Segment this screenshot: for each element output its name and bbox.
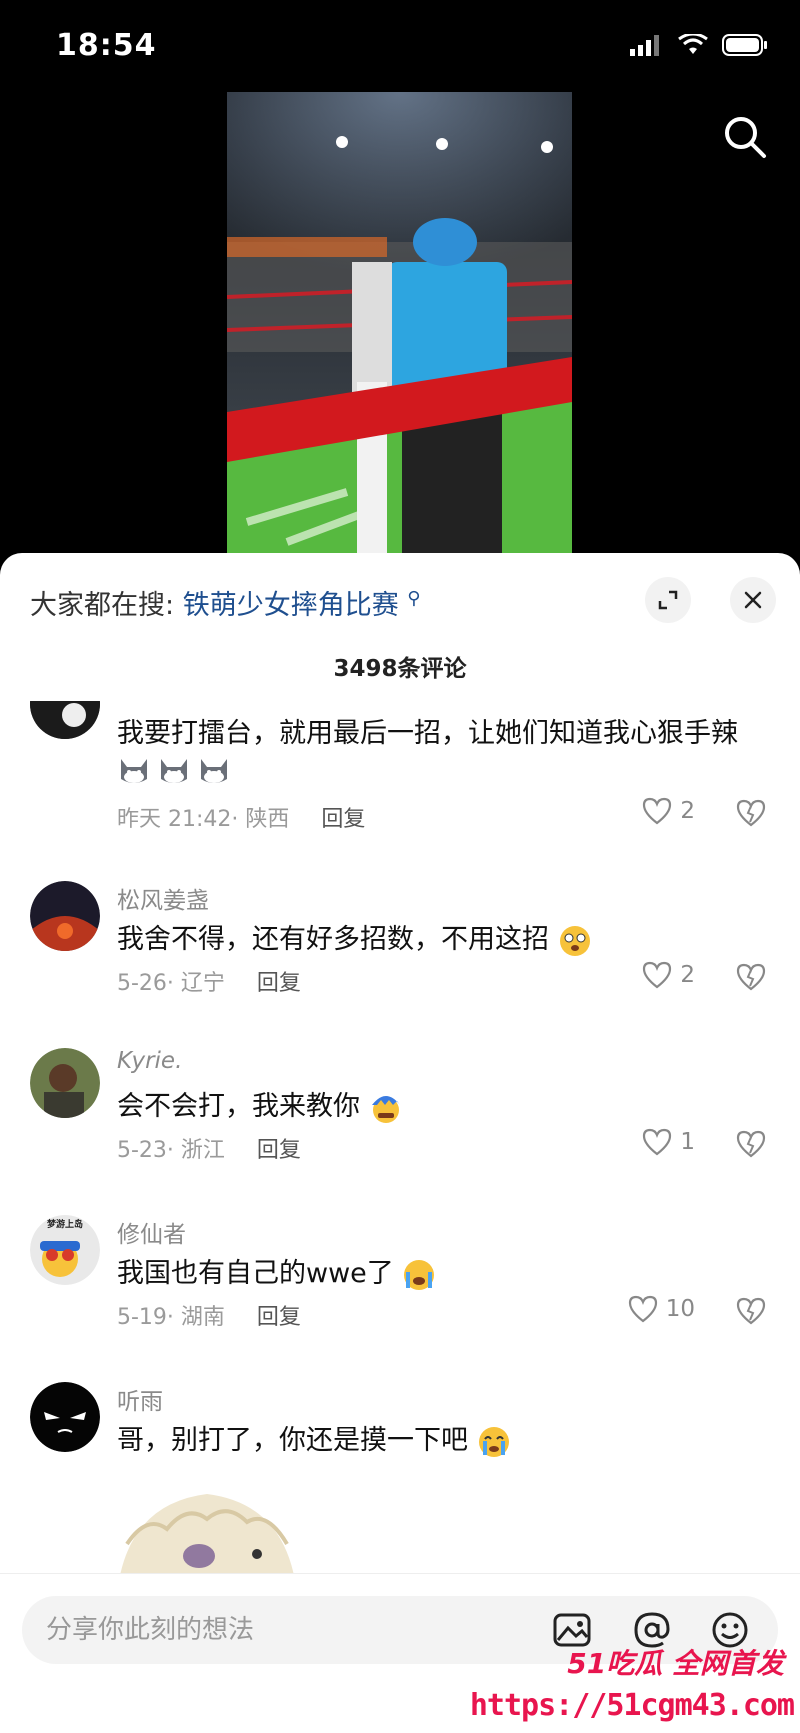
dislike-icon[interactable] (736, 1297, 766, 1325)
status-time: 18:54 (56, 28, 157, 63)
expand-button[interactable] (645, 577, 691, 623)
avatar-image (30, 1048, 100, 1118)
like-button[interactable]: 10 (628, 1295, 695, 1323)
avatar-image (30, 881, 100, 951)
time-location: 5-23· 浙江 (117, 1138, 225, 1163)
search-small-icon: ⚲ (407, 588, 421, 609)
expand-icon (658, 590, 678, 610)
reply-button[interactable]: 回复 (257, 1305, 301, 1330)
comment-text-body: 我舍不得，还有好多招数，不用这招 (117, 924, 549, 955)
cat-face-icon (161, 759, 187, 783)
cat-emoji-group (117, 753, 231, 787)
like-button[interactable]: 2 (642, 961, 695, 989)
like-count: 2 (680, 798, 695, 824)
dislike-icon[interactable] (736, 799, 766, 827)
comment-list[interactable]: 我要打擂台，就用最后一招，让她们知道我心狠手辣 昨天 21:42· 陕西 回复 2… (0, 701, 800, 1573)
like-count: 1 (680, 1129, 695, 1155)
wifi-icon (678, 34, 708, 54)
avatar[interactable]: 梦游上岛 (30, 1215, 100, 1285)
status-icons (630, 34, 768, 56)
like-count: 2 (680, 962, 695, 988)
watermark: 51吃瓜 全网首发 https://51cgm43.com (470, 1640, 795, 1733)
like-button[interactable]: 2 (642, 797, 695, 825)
close-icon (744, 591, 762, 609)
comment-text: 我国也有自己的wwe了 (117, 1251, 436, 1292)
close-button[interactable] (730, 577, 776, 623)
cellular-signal-icon (630, 35, 659, 56)
video-player[interactable] (0, 92, 800, 562)
comment-text-body: 哥，别打了，你还是摸一下吧 (117, 1425, 468, 1456)
comment-meta: 昨天 21:42· 陕西 回复 (117, 801, 365, 833)
watermark-url: https://51cgm43.com (469, 1688, 795, 1723)
cat-face-icon (121, 759, 147, 783)
battery-icon (722, 34, 767, 56)
comment-item: 松风姜盏 我舍不得，还有好多招数，不用这招 5-26· 辽宁 回复 2 (0, 881, 800, 1031)
angry-blue-hair-face-icon (371, 1095, 400, 1123)
avatar-image (30, 1382, 100, 1452)
comments-sheet: 大家都在搜: 铁萌少女摔角比赛 ⚲ 3498条评论 我要打擂台，就用最后一招，让… (0, 553, 800, 1733)
heart-icon (643, 1128, 672, 1156)
comment-text: 我舍不得，还有好多招数，不用这招 (117, 917, 592, 958)
reply-button[interactable]: 回复 (257, 971, 301, 996)
avatar[interactable] (30, 1048, 100, 1118)
crying-face-icon (404, 1259, 435, 1290)
comment-item: Kyrie. 会不会打，我来教你 5-23· 浙江 回复 1 (0, 1048, 800, 1198)
time-location: 5-26· 辽宁 (117, 971, 225, 996)
dumpling-sticker (120, 1494, 294, 1573)
comment-text: 我要打擂台，就用最后一招，让她们知道我心狠手辣 (117, 718, 738, 749)
watermark-brand: 51吃瓜 全网首发 (567, 1647, 784, 1680)
sob-face-icon (478, 1426, 509, 1457)
comment-meta: 5-19· 湖南 回复 (117, 1299, 301, 1331)
comment-meta: 5-26· 辽宁 回复 (117, 965, 301, 997)
comment-item: 梦游上岛 修仙者 我国也有自己的wwe了 5-19· 湖南 回复 10 (0, 1215, 800, 1365)
avatar-image (30, 701, 100, 739)
hot-search-term[interactable]: 铁萌少女摔角比赛 (183, 590, 399, 621)
dislike-icon[interactable] (736, 963, 766, 991)
comment-text-body: 我国也有自己的wwe了 (117, 1258, 394, 1289)
comment-input[interactable] (46, 1608, 516, 1652)
cat-face-icon (201, 759, 227, 783)
avatar[interactable] (30, 881, 100, 951)
dislike-icon[interactable] (736, 1130, 766, 1158)
video-frame[interactable] (227, 92, 572, 562)
video-thumbnail (227, 92, 572, 562)
reply-button[interactable]: 回复 (321, 807, 365, 832)
comment-text-body: 会不会打，我来教你 (117, 1091, 360, 1122)
comment-username[interactable]: 松风姜盏 (117, 881, 209, 915)
time-location: 5-19· 湖南 (117, 1305, 225, 1330)
heart-icon (628, 1295, 657, 1323)
status-bar: 18:54 (0, 0, 800, 92)
like-button[interactable]: 1 (642, 1128, 695, 1156)
avatar-caption: 梦游上岛 (46, 1220, 83, 1230)
comment-username[interactable]: 修仙者 (117, 1215, 186, 1249)
comment-text: 会不会打，我来教你 (117, 1084, 403, 1125)
hot-search-prefix: 大家都在搜: (30, 590, 175, 621)
comment-username[interactable]: Kyrie. (117, 1048, 182, 1074)
avatar[interactable] (30, 1382, 100, 1452)
heart-icon (643, 961, 672, 989)
comment-item: 我要打擂台，就用最后一招，让她们知道我心狠手辣 昨天 21:42· 陕西 回复 2 (0, 701, 800, 901)
search-icon[interactable] (720, 112, 770, 162)
reply-button[interactable]: 回复 (257, 1138, 301, 1163)
comment-username[interactable]: 听雨 (117, 1382, 163, 1416)
hot-search[interactable]: 大家都在搜: 铁萌少女摔角比赛 ⚲ (30, 583, 420, 622)
comment-sticker-image[interactable] (117, 1474, 297, 1573)
dizzy-face-icon (559, 925, 590, 956)
comment-meta: 5-23· 浙江 回复 (117, 1132, 301, 1164)
avatar[interactable] (30, 701, 100, 739)
comment-item: 听雨 哥，别打了，你还是摸一下吧 (0, 1382, 800, 1573)
comment-text: 哥，别打了，你还是摸一下吧 (117, 1418, 511, 1459)
like-count: 10 (665, 1296, 695, 1322)
time-location: 昨天 21:42· 陕西 (117, 807, 290, 832)
comment-count: 3498条评论 (333, 656, 467, 682)
heart-icon (643, 797, 672, 825)
